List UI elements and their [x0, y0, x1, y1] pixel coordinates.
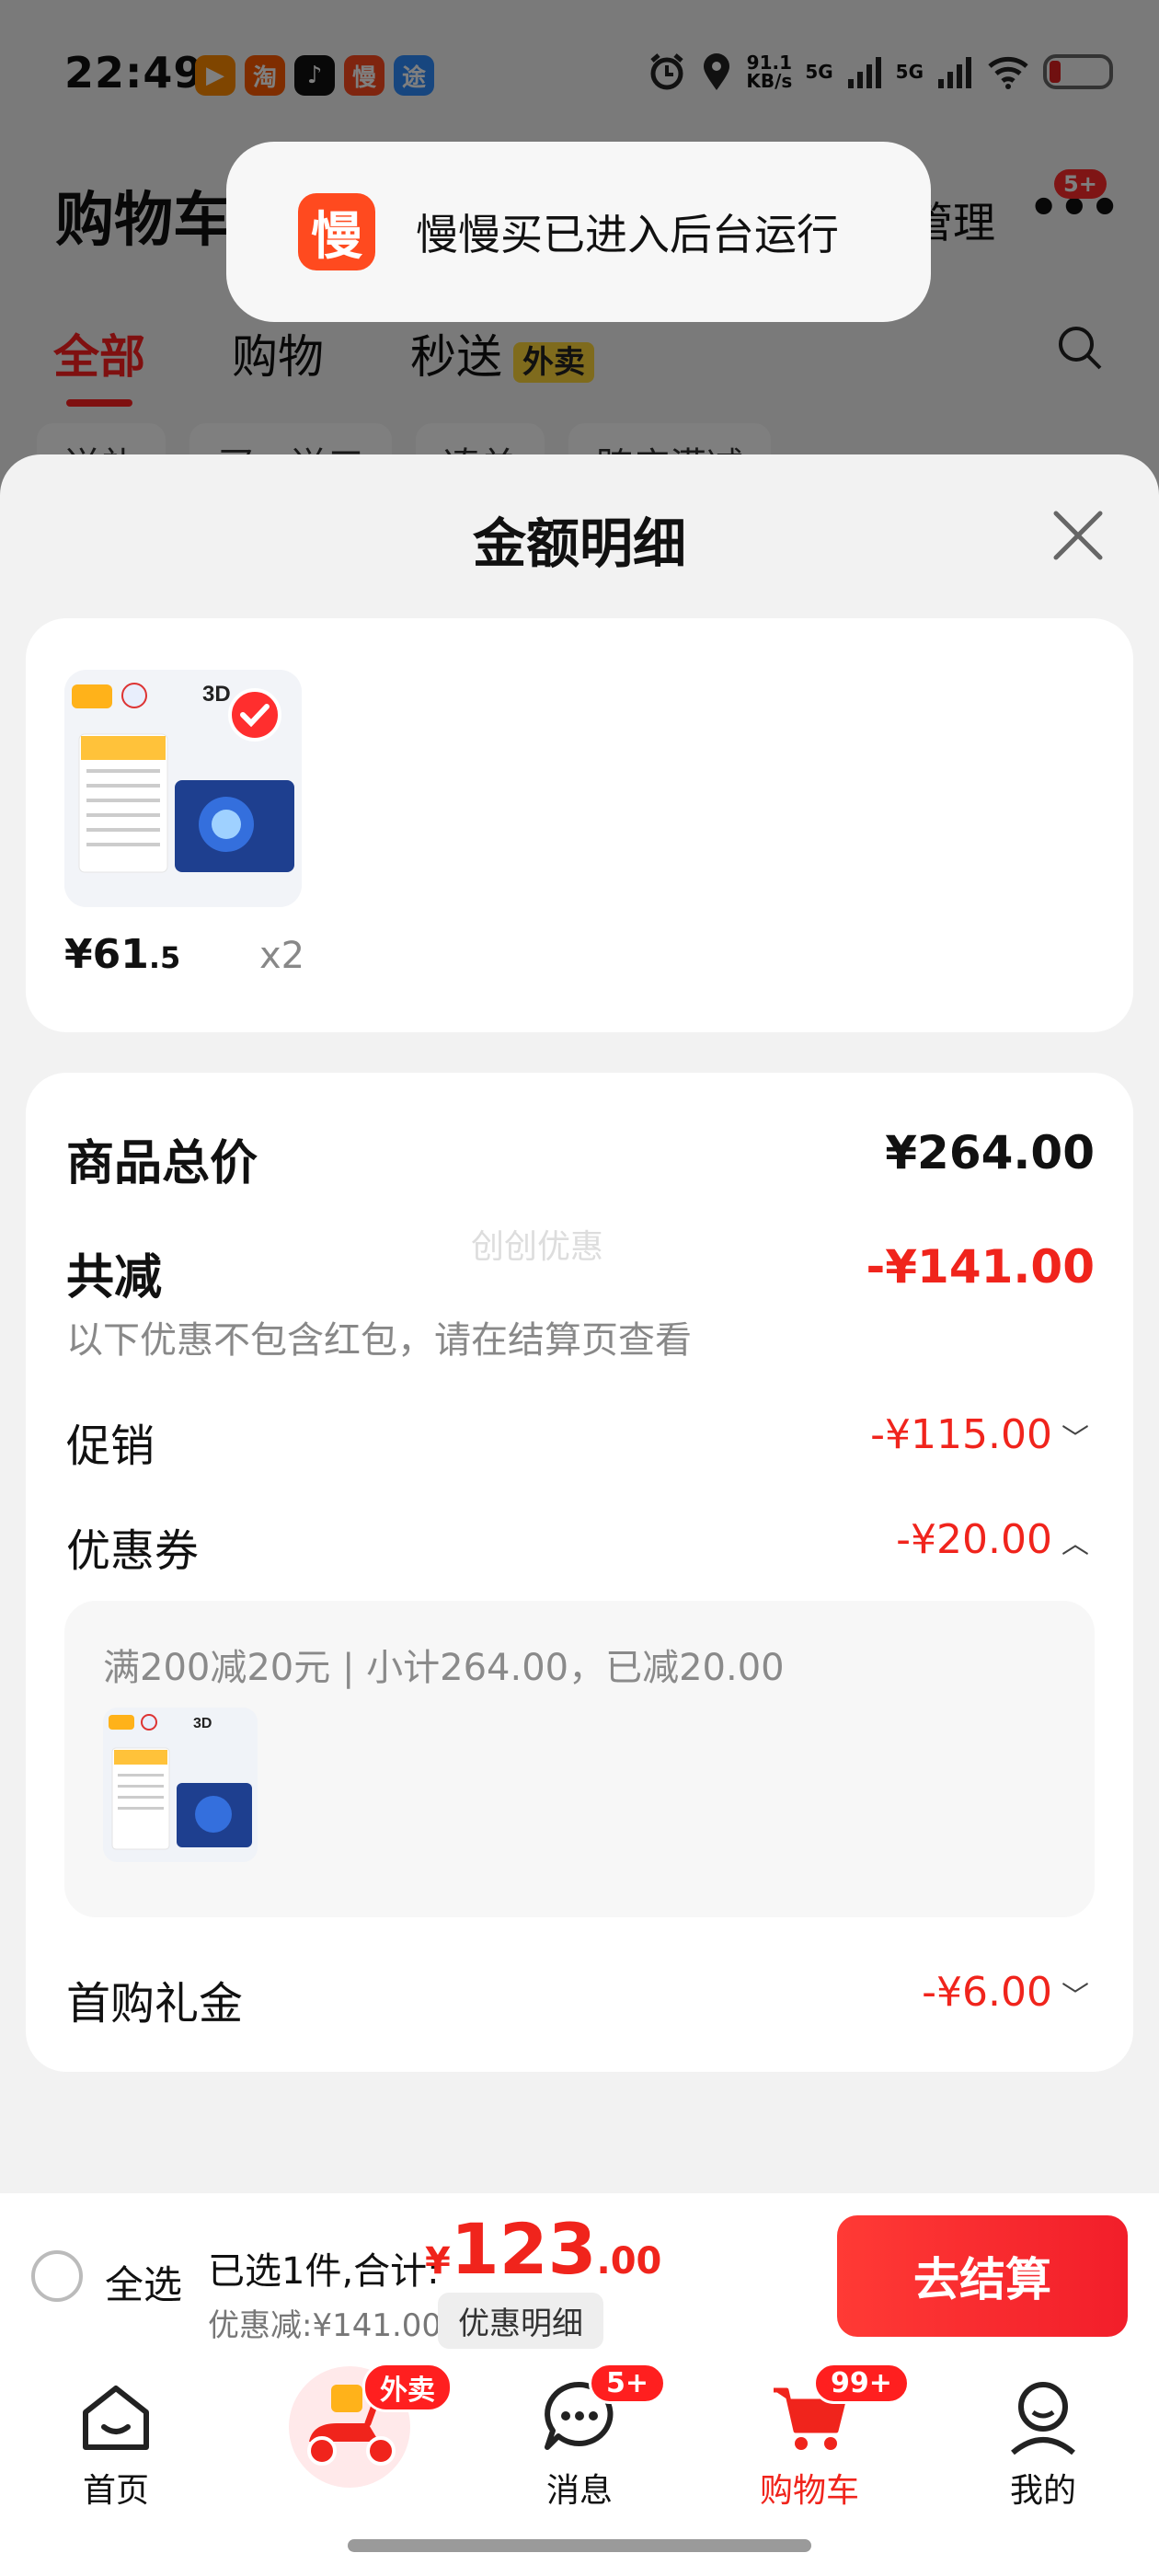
nav-mine-label: 我的	[1009, 2472, 1076, 2510]
chevron-down-icon: ﹀	[1061, 1423, 1089, 1455]
product-quantity: x2	[259, 935, 305, 977]
svg-text:3D: 3D	[202, 682, 231, 707]
home-icon	[83, 2386, 149, 2450]
close-icon[interactable]	[1050, 508, 1106, 563]
nav-cart-label: 购物车	[759, 2472, 859, 2510]
cart-badge: 99+	[813, 2363, 910, 2404]
nav-home[interactable]: 首页	[24, 2375, 208, 2512]
coupon-label: 优惠券	[66, 1525, 200, 1577]
toast: 慢 慢慢买已进入后台运行	[226, 142, 931, 322]
total-dec: .00	[596, 2240, 662, 2283]
promo-label: 促销	[66, 1420, 155, 1472]
nav-home-label: 首页	[82, 2472, 149, 2510]
coupon-value: -¥20.00	[896, 1516, 1052, 1563]
first-buy-row[interactable]: -¥6.00 ﹀	[922, 1969, 1089, 2016]
product-price: ¥61.5	[64, 931, 180, 978]
product-price-main: ¥61	[64, 931, 149, 978]
total-price-label: 商品总价	[66, 1136, 258, 1191]
toast-message: 慢慢买已进入后台运行	[416, 210, 839, 259]
selected-check-icon	[228, 688, 281, 742]
svg-text:3D: 3D	[193, 1716, 212, 1731]
select-all-radio[interactable]	[31, 2250, 83, 2302]
total-yen: ¥	[425, 2240, 451, 2283]
gesture-home-bar[interactable]	[348, 2539, 811, 2552]
waimai-badge: 外卖	[362, 2363, 453, 2412]
total-amount: ¥123.00	[425, 2208, 661, 2290]
first-buy-label: 首购礼金	[66, 1978, 244, 2030]
promo-row[interactable]: -¥115.00 ﹀	[870, 1411, 1089, 1458]
total-int: 123	[450, 2208, 597, 2290]
chevron-down-icon: ﹀	[1061, 1981, 1089, 2013]
total-reduce-label: 共减	[66, 1250, 163, 1305]
coupon-row[interactable]: -¥20.00 ︿	[896, 1516, 1089, 1563]
messages-badge: 5+	[589, 2363, 667, 2404]
manmanmai-toast-icon: 慢	[298, 193, 375, 270]
chevron-up-icon: ︿	[1061, 1528, 1089, 1560]
checkout-button[interactable]: 去结算	[837, 2215, 1128, 2337]
product-price-decimal: .5	[148, 940, 181, 975]
select-all-label[interactable]: 全选	[105, 2254, 182, 2310]
first-buy-value: -¥6.00	[922, 1969, 1052, 2016]
selected-info: 已选1件,合计:	[208, 2250, 440, 2293]
promo-value: -¥115.00	[870, 1411, 1052, 1458]
discount-summary: 优惠减:¥141.00	[208, 2307, 442, 2344]
nav-messages-label: 消息	[545, 2472, 613, 2510]
profile-icon	[1011, 2382, 1075, 2455]
watermark-text: 创创优惠	[471, 1228, 604, 1266]
coupon-detail-text: 满200减20元 | 小计264.00，已减20.00	[103, 1647, 785, 1689]
coupon-product-thumbnail: 3D	[103, 1708, 258, 1862]
total-price-value: ¥264.00	[885, 1126, 1095, 1179]
reduce-note: 以下优惠不包含红包，请在结算页查看	[66, 1319, 692, 1362]
diaper-product-image-small: 3D	[103, 1708, 258, 1862]
discount-detail-button[interactable]: 优惠明细	[438, 2293, 603, 2349]
nav-mine[interactable]: 我的	[951, 2375, 1135, 2512]
sheet-title: 金额明细	[472, 512, 686, 575]
total-reduce-value: -¥141.00	[866, 1240, 1096, 1294]
